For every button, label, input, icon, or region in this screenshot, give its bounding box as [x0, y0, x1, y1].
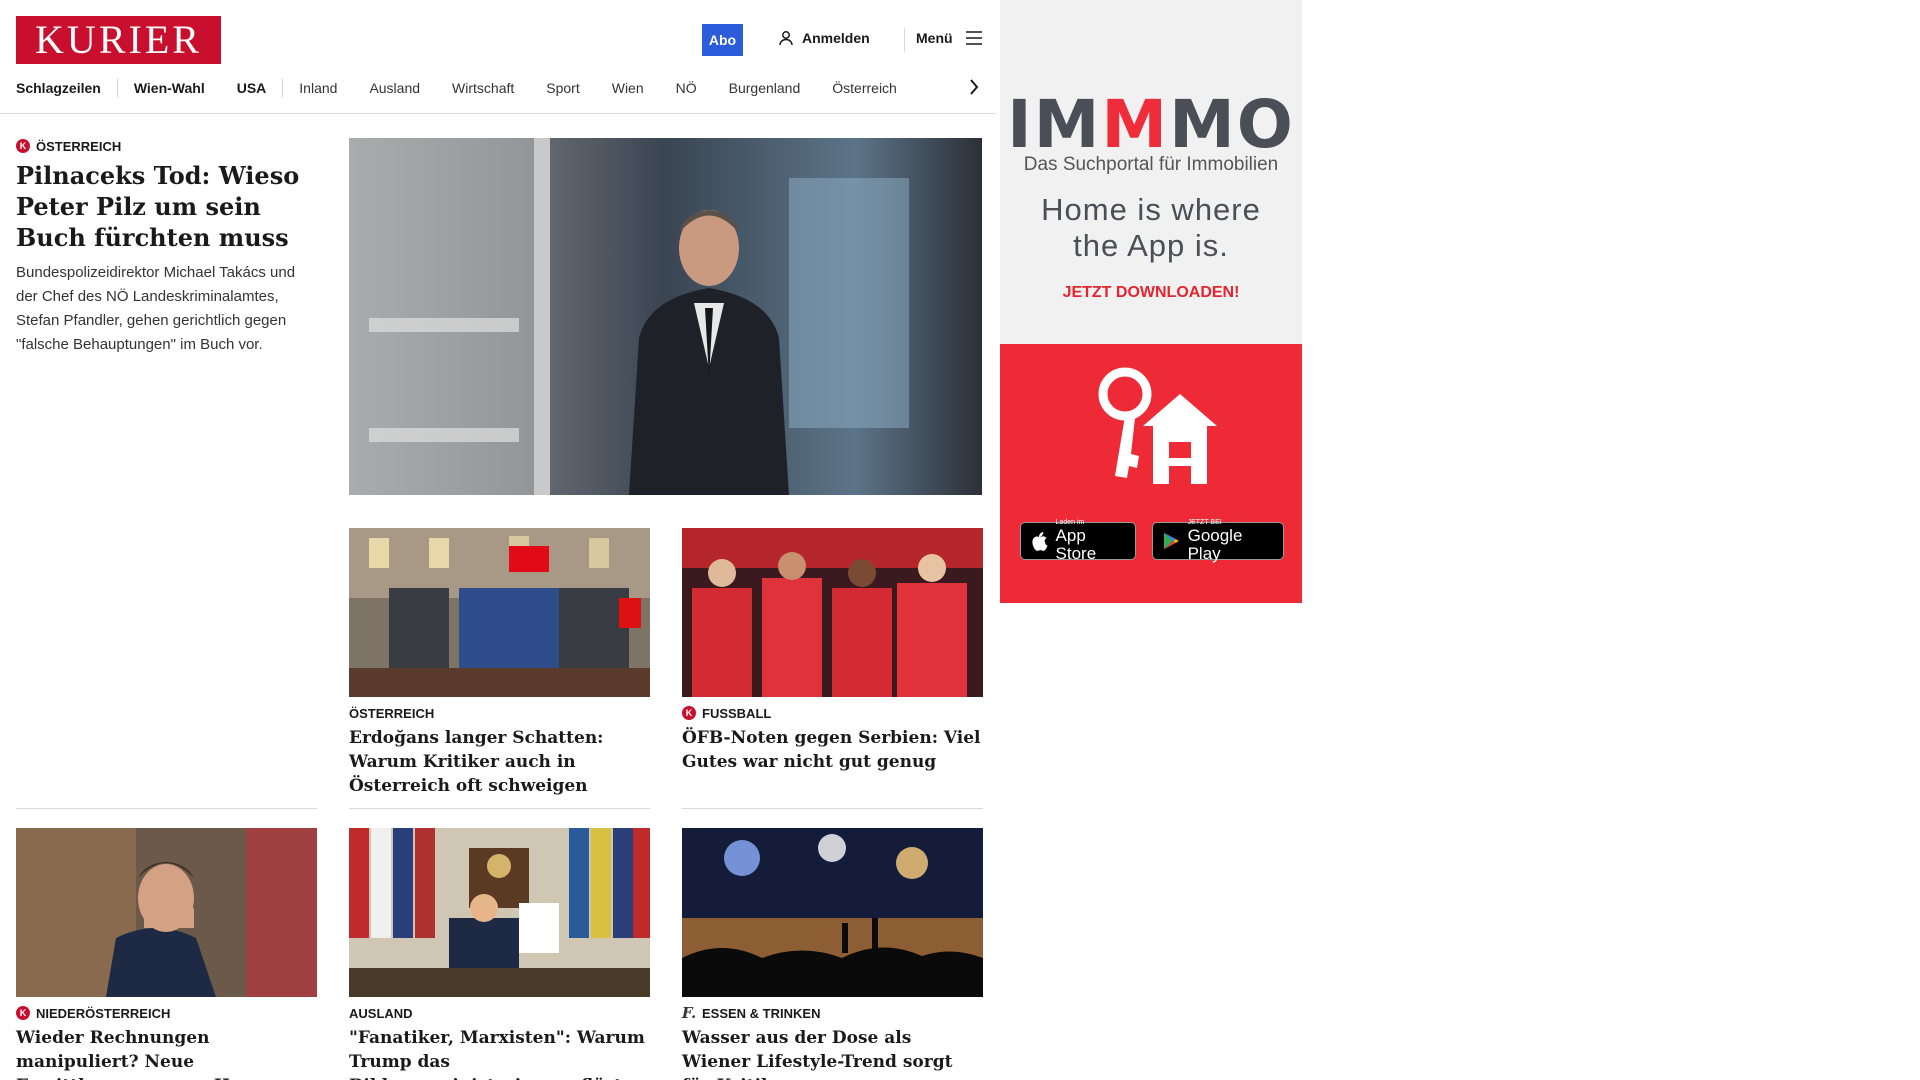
divider	[16, 808, 317, 809]
nav-item-ausland[interactable]: Ausland	[353, 78, 436, 98]
teaser-image[interactable]	[349, 528, 650, 697]
key-house-icon	[1098, 367, 1217, 484]
nav-item-sport[interactable]: Sport	[530, 78, 595, 98]
genuss-f-icon: f.	[681, 1004, 697, 1022]
teaser-headline[interactable]: Erdoğans langer Schatten: Warum Kritiker…	[349, 726, 650, 798]
apple-icon	[1032, 531, 1048, 551]
nav-item-wien[interactable]: Wien	[596, 78, 660, 98]
lead-headline[interactable]: Pilnaceks Tod: Wieso Peter Pilz um sein …	[16, 160, 316, 253]
kicker-label: ESSEN & TRINKEN	[702, 1005, 821, 1021]
kurier-plus-icon: K	[16, 1006, 30, 1020]
kicker-label: NIEDERÖSTERREICH	[36, 1005, 171, 1021]
kicker-label: ÖSTERREICH	[36, 138, 122, 154]
teaser-image[interactable]	[16, 828, 317, 997]
chevron-right-icon	[970, 79, 979, 95]
teaser-trump: AUSLAND "Fanatiker, Marxisten": Warum Tr…	[349, 828, 650, 1080]
teaser-kicker[interactable]: K FUSSBALL	[682, 703, 983, 723]
immmo-logo: IMMMO	[1007, 86, 1295, 163]
teaser-wasser: f. ESSEN & TRINKEN Wasser aus der Dose a…	[682, 828, 983, 1080]
abo-button[interactable]: Abo	[702, 24, 743, 56]
kurier-plus-icon: K	[16, 139, 30, 153]
ad-download-link[interactable]: JETZT DOWNLOADEN!	[1000, 284, 1302, 302]
teaser-headline[interactable]: Wieder Rechnungen manipuliert? Neue Ermi…	[16, 1026, 317, 1080]
trump-signing-photo	[349, 828, 650, 997]
site-header: KURIER Abo Anmelden Menü Schlagzeilen Wi…	[0, 0, 996, 114]
google-play-icon	[1163, 532, 1179, 550]
teaser-image[interactable]	[349, 828, 650, 997]
menu-button[interactable]: Menü	[916, 30, 983, 46]
kurier-logo[interactable]: KURIER	[16, 16, 221, 64]
kurier-plus-icon: K	[682, 706, 696, 720]
divider	[682, 808, 983, 809]
ad-subtitle: Das Suchportal für Immobilien	[1023, 154, 1279, 175]
lead-summary: Bundespolizeidirektor Michael Takács und…	[16, 264, 296, 353]
teaser-image[interactable]	[682, 528, 983, 697]
teaser-erdogan: ÖSTERREICH Erdoğans langer Schatten: War…	[349, 528, 650, 809]
google-play-button[interactable]: JETZT BEI Google Play	[1152, 519, 1284, 563]
nav-item-oesterreich[interactable]: Österreich	[816, 78, 913, 98]
divider	[904, 28, 905, 52]
kicker-label: FUSSBALL	[702, 705, 772, 721]
nav-item-burgenland[interactable]: Burgenland	[713, 78, 817, 98]
lead-image[interactable]	[349, 138, 982, 495]
lead-kicker[interactable]: K ÖSTERREICH	[16, 136, 316, 156]
lead-article: K ÖSTERREICH Pilnaceks Tod: Wieso Peter …	[16, 136, 316, 357]
ad-slogan: Home is where the App is.	[1000, 192, 1302, 264]
login-label: Anmelden	[802, 30, 870, 46]
ad-bottom-panel: Laden im App Store JETZT BEI Google Play	[1000, 344, 1302, 603]
nav-item-wirtschaft[interactable]: Wirtschaft	[436, 78, 530, 98]
app-store-text: Laden im App Store	[1055, 519, 1097, 563]
ad-top-panel: IMMMO Das Suchportal für Immobilien Home…	[1000, 0, 1302, 344]
teaser-kicker[interactable]: f. ESSEN & TRINKEN	[682, 1003, 983, 1023]
teaser-oefb: K FUSSBALL ÖFB-Noten gegen Serbien: Viel…	[682, 528, 983, 809]
section-nav: Schlagzeilen Wien-Wahl USA Inland Auslan…	[16, 78, 913, 98]
google-play-text: JETZT BEI Google Play	[1187, 519, 1243, 563]
nav-item-inland[interactable]: Inland	[283, 78, 353, 98]
teaser-headline[interactable]: "Fanatiker, Marxisten": Warum Trump das …	[349, 1026, 650, 1080]
login-button[interactable]: Anmelden	[778, 30, 870, 46]
teaser-kicker[interactable]: K NIEDERÖSTERREICH	[16, 1003, 317, 1023]
slogan-line-1: Home is where	[1041, 192, 1261, 227]
teaser-kicker[interactable]: AUSLAND	[349, 1003, 650, 1023]
man-in-court-photo	[16, 828, 317, 997]
crowd-with-flags-photo	[349, 528, 650, 697]
kicker-label: ÖSTERREICH	[349, 705, 435, 721]
teaser-image[interactable]	[682, 828, 983, 997]
nav-item-noe[interactable]: NÖ	[660, 78, 713, 98]
nav-scroll-right-button[interactable]	[964, 76, 984, 98]
nav-item-wien-wahl[interactable]: Wien-Wahl	[118, 78, 221, 98]
hamburger-icon	[965, 31, 982, 45]
app-store-button[interactable]: Laden im App Store	[1020, 519, 1136, 563]
concert-crowd-photo	[682, 828, 983, 997]
teaser-headline[interactable]: ÖFB-Noten gegen Serbien: Viel Gutes war …	[682, 726, 983, 774]
user-icon	[779, 31, 793, 46]
kicker-label: AUSLAND	[349, 1005, 413, 1021]
teaser-headline[interactable]: Wasser aus der Dose als Wiener Lifestyle…	[682, 1026, 983, 1080]
immmo-advertisement[interactable]: IMMMO Das Suchportal für Immobilien Home…	[1000, 0, 1302, 603]
teaser-kicker[interactable]: ÖSTERREICH	[349, 703, 650, 723]
teaser-koza: K NIEDERÖSTERREICH Wieder Rechnungen man…	[16, 828, 317, 1080]
menu-label: Menü	[916, 30, 953, 46]
man-in-suit-photo	[349, 138, 982, 495]
nav-item-usa[interactable]: USA	[221, 78, 283, 98]
football-players-photo	[682, 528, 983, 697]
nav-item-schlagzeilen[interactable]: Schlagzeilen	[16, 78, 117, 98]
divider	[349, 808, 650, 809]
slogan-line-2: the App is.	[1073, 228, 1229, 263]
logo-text: KURIER	[35, 17, 202, 62]
